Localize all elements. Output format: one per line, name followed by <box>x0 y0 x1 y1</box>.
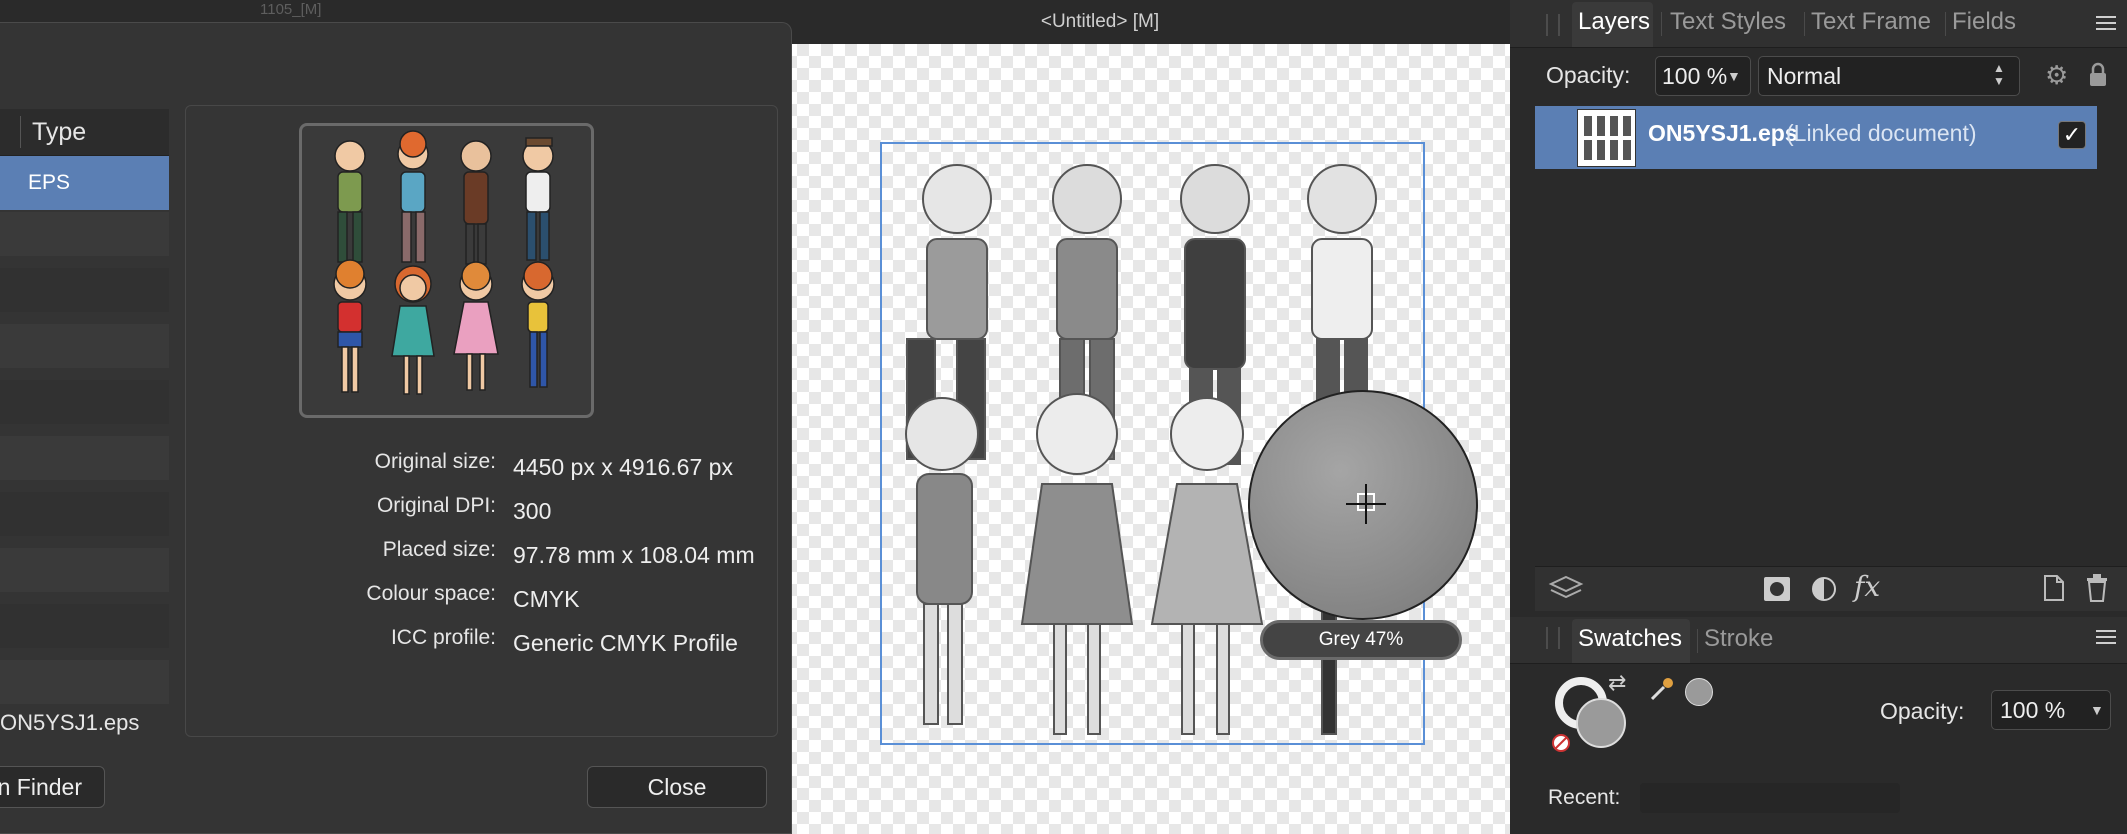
layer-visibility-checkbox[interactable]: ✓ <box>2058 121 2086 149</box>
blend-mode-select[interactable]: Normal <box>1758 56 2020 96</box>
resource-row[interactable] <box>0 436 169 480</box>
original-size-value: 4450 px x 4916.67 px <box>513 454 733 480</box>
tab-divider <box>1661 12 1662 36</box>
tab-divider <box>1945 12 1946 36</box>
type-column-header[interactable]: Type <box>32 109 86 155</box>
resource-row[interactable] <box>0 380 169 424</box>
recent-swatches-strip[interactable] <box>1640 783 1900 813</box>
colour-characters-preview <box>333 130 555 395</box>
colour-space-value: CMYK <box>513 586 580 612</box>
original-dpi-value: 300 <box>513 498 552 524</box>
resource-row-selected[interactable] <box>0 156 169 210</box>
new-layer-icon[interactable] <box>2043 574 2065 602</box>
panel-grip-handle[interactable] <box>1546 14 1560 36</box>
resource-file-name: ON5YSJ1.eps <box>0 710 140 735</box>
background-document-tab[interactable]: 1105_[M] <box>260 0 321 20</box>
gear-icon[interactable]: ⚙ <box>2045 62 2071 88</box>
layer-name[interactable]: ON5YSJ1.eps <box>1648 120 1798 147</box>
swap-colours-icon[interactable]: ⇄ <box>1608 670 1626 696</box>
tab-text-styles[interactable]: Text Styles <box>1670 8 1786 36</box>
picked-colour-swatch[interactable] <box>1685 678 1713 706</box>
icc-profile-value: Generic CMYK Profile <box>513 630 738 656</box>
panel-grip-handle[interactable] <box>1546 627 1560 649</box>
panel-menu-icon[interactable] <box>2096 630 2116 646</box>
panel-menu-icon[interactable] <box>2096 16 2116 32</box>
eyedropper-icon[interactable] <box>1648 675 1676 703</box>
colour-space-label: Colour space: <box>366 582 496 605</box>
placed-size-value: 97.78 mm x 108.04 mm <box>513 542 755 568</box>
column-divider[interactable] <box>20 116 21 148</box>
resource-row[interactable] <box>0 604 169 648</box>
tab-swatches[interactable]: Swatches <box>1578 625 1682 653</box>
document-title: <Untitled> [M] <box>1040 11 1160 32</box>
colour-picker-loupe <box>1248 390 1478 620</box>
swatch-opacity-label: Opacity: <box>1880 698 1965 724</box>
chevron-down-icon[interactable]: ▼ <box>1727 56 1749 96</box>
chevron-down-icon[interactable]: ▼ <box>2090 690 2104 730</box>
mask-layer-icon[interactable] <box>1763 576 1791 602</box>
updown-chevron-icon: ▲ ▼ <box>1993 61 2005 88</box>
tab-divider <box>1697 629 1698 653</box>
layer-thumbnail <box>1577 109 1636 167</box>
adjustment-layer-icon[interactable] <box>1811 576 1837 602</box>
layers-stack-icon[interactable] <box>1548 574 1584 604</box>
tab-layers[interactable]: Layers <box>1578 8 1650 36</box>
layer-thumbnail-image <box>1584 116 1631 160</box>
resource-row[interactable] <box>0 324 169 368</box>
original-size-label: Original size: <box>374 450 496 473</box>
tab-text-frame[interactable]: Text Frame <box>1811 8 1931 36</box>
resource-row[interactable] <box>0 548 169 592</box>
show-in-finder-button[interactable]: n Finder <box>0 766 105 808</box>
crosshair-icon <box>1346 484 1386 524</box>
layer-linked-note: (Linked document) <box>1786 120 1977 146</box>
original-dpi-label: Original DPI: <box>376 494 496 517</box>
icc-profile-label: ICC profile: <box>390 626 496 649</box>
resource-type-cell: EPS <box>28 171 71 194</box>
resource-row[interactable] <box>0 492 169 536</box>
recent-swatches-label: Recent: <box>1548 786 1621 809</box>
tab-divider <box>1804 12 1805 36</box>
layer-opacity-label: Opacity: <box>1546 62 1631 88</box>
resource-row[interactable] <box>0 268 169 312</box>
tab-fields[interactable]: Fields <box>1952 8 2016 36</box>
close-button[interactable]: Close <box>587 766 767 808</box>
placed-size-label: Placed size: <box>382 538 496 561</box>
lock-icon[interactable] <box>2088 62 2108 88</box>
picked-colour-readout: Grey 47% <box>1260 620 1462 660</box>
resource-row[interactable] <box>0 660 169 704</box>
resource-row[interactable] <box>0 212 169 256</box>
tab-stroke[interactable]: Stroke <box>1704 625 1773 653</box>
trash-icon[interactable] <box>2086 574 2108 602</box>
resource-preview-thumbnail <box>299 123 594 418</box>
fx-effects-icon[interactable]: fx <box>1854 570 1880 603</box>
